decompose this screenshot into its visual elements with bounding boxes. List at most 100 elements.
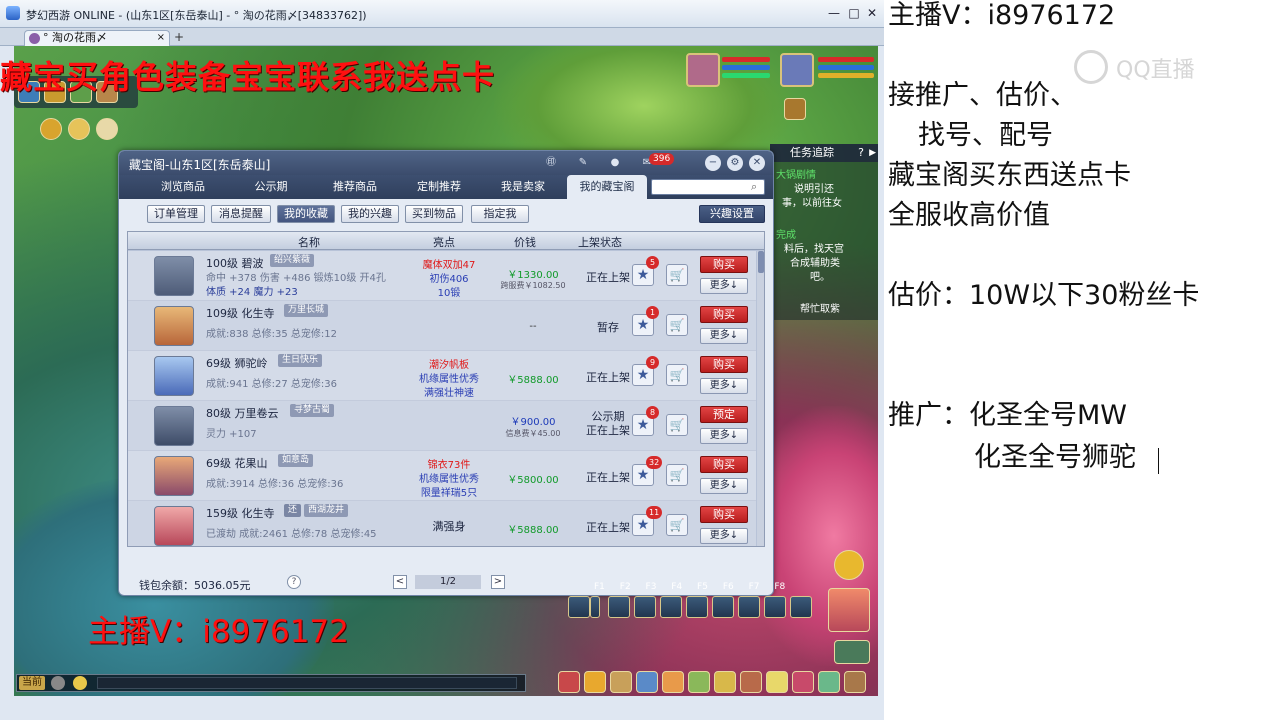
buy-button[interactable]: 购买 [700,356,748,373]
close-dialog-icon[interactable]: ✕ [749,155,765,171]
currency-icon[interactable]: ㊞ [543,155,559,171]
subtab-interests[interactable]: 我的兴趣 [341,205,399,223]
tab-browse[interactable]: 浏览商品 [143,175,223,199]
item-name[interactable]: 159级 化生寺 [206,505,275,521]
table-row[interactable]: 109级 化生寺 万里长城 成就:838 总修:35 总宠修:12 -- 暂存 … [128,301,756,351]
buy-button[interactable]: 购买 [700,456,748,473]
attack-icon[interactable] [558,671,580,693]
emoji-icon[interactable] [73,676,87,690]
character-portrait-icon[interactable] [154,306,194,346]
new-tab-button[interactable]: + [174,30,184,44]
close-window-button[interactable]: ✕ [864,5,880,21]
subtab-orders[interactable]: 订单管理 [147,205,205,223]
player-portrait-icon[interactable] [828,588,870,632]
task-menu-icon[interactable] [714,671,736,693]
subtab-assigned[interactable]: 指定我 [471,205,529,223]
pet-avatar[interactable] [686,53,720,87]
table-row[interactable]: 80级 万里卷云 寻梦古蜀 灵力 +107 ￥900.00 信息费￥45.00 … [128,401,756,451]
more-button[interactable]: 更多↓ [700,528,748,544]
tab-public-period[interactable]: 公示期 [231,175,311,199]
character-portrait-icon[interactable] [154,506,194,546]
player-avatar[interactable] [780,53,814,87]
more-button[interactable]: 更多↓ [700,478,748,494]
dialog-settings-icon[interactable]: ⚙ [727,155,743,171]
task-line[interactable]: 大锅剧情 [776,166,816,181]
tool-icon[interactable]: ✎ [575,155,591,171]
scrollbar-thumb[interactable] [758,251,764,273]
more-button[interactable]: 更多↓ [700,278,748,294]
next-page-button[interactable]: > [491,575,505,589]
cart-icon[interactable]: 🛒 [666,364,688,386]
search-icon[interactable]: ⌕ [751,180,763,193]
activity-icon[interactable] [68,118,90,140]
cart-icon[interactable]: 🛒 [666,514,688,536]
title-bar[interactable]: 梦幻西游 ONLINE - (山东1区[东岳泰山] - ° 淘の花雨〆[3483… [0,0,884,28]
tab-seller[interactable]: 我是卖家 [483,175,563,199]
quick-icon[interactable] [766,671,788,693]
maximize-button[interactable]: □ [846,5,862,21]
item-weapon-icon[interactable] [154,256,194,296]
task-help-icon[interactable]: ? [858,144,864,162]
cart-icon[interactable]: 🛒 [666,264,688,286]
item-name[interactable]: 69级 狮驼岭 [206,355,268,371]
item-weapon-icon[interactable] [154,406,194,446]
dream-menu-icon[interactable] [834,550,864,580]
subtab-favorites[interactable]: 我的收藏 [277,205,335,223]
reserve-button[interactable]: 预定 [700,406,748,423]
item-icon[interactable] [584,671,606,693]
subtab-purchased[interactable]: 买到物品 [405,205,463,223]
pet-menu-icon[interactable] [688,671,710,693]
skill-slot-icon[interactable] [608,596,630,618]
buy-button[interactable]: 购买 [700,256,748,273]
tab-custom-recommend[interactable]: 定制推荐 [399,175,479,199]
character-portrait-icon[interactable] [154,356,194,396]
subtab-messages[interactable]: 消息提醒 [211,205,271,223]
prev-page-button[interactable]: < [393,575,407,589]
table-row[interactable]: 69级 花果山 如意岛 成就:3914 总修:36 总宠修:36 锦衣73件 机… [128,451,756,501]
more-button[interactable]: 更多↓ [700,428,748,444]
interest-settings-button[interactable]: 兴趣设置 [699,205,765,223]
tab-recommended[interactable]: 推荐商品 [315,175,395,199]
task-collapse-icon[interactable]: ▶ [869,144,876,162]
buy-button[interactable]: 购买 [700,306,748,323]
trade-icon[interactable] [636,671,658,693]
cart-icon[interactable]: 🛒 [666,314,688,336]
skill-slot-icon[interactable] [712,596,734,618]
item-name[interactable]: 69级 花果山 [206,455,268,471]
give-icon[interactable] [610,671,632,693]
hand-icon[interactable] [96,118,118,140]
gear-icon[interactable] [568,596,590,618]
skill-slot-icon[interactable] [660,596,682,618]
dialog-header[interactable]: 藏宝阁-山东1区[东岳泰山] ㊞ ✎ ● ✉ 396 − ⚙ ✕ [119,151,773,175]
tab-close-icon[interactable]: × [157,31,165,45]
skill-slot-icon[interactable] [738,596,760,618]
skill-slot-icon[interactable] [686,596,708,618]
task-line[interactable]: 完成 [776,226,796,241]
more-button[interactable]: 更多↓ [700,328,748,344]
gang-icon[interactable] [740,671,762,693]
task-tracker-header[interactable]: 任务追踪 ? ▶ [770,144,878,162]
buff-icon[interactable] [784,98,806,120]
chat-input[interactable] [97,677,517,689]
voice-icon[interactable] [51,676,65,690]
friends-icon[interactable] [792,671,814,693]
team-menu-icon[interactable] [662,671,684,693]
skill-slot-icon[interactable] [764,596,786,618]
table-scrollbar[interactable] [757,251,764,546]
character-portrait-icon[interactable] [154,456,194,496]
skill-slot-icon[interactable] [634,596,656,618]
minimize-button[interactable]: — [826,5,842,21]
action-icon[interactable] [818,671,840,693]
cart-icon[interactable]: 🛒 [666,414,688,436]
cart-icon[interactable]: 🛒 [666,464,688,486]
pavilion-icon[interactable] [834,640,870,664]
buy-button[interactable]: 购买 [700,506,748,523]
item-name[interactable]: 80级 万里卷云 [206,405,279,421]
settings-icon[interactable]: ● [607,155,623,171]
table-row[interactable]: 100级 碧波 绍兴紫薇 命中 +378 伤害 +486 锻炼10级 开4孔 体… [128,251,756,301]
system-menu-icon[interactable] [844,671,866,693]
help-icon[interactable]: ? [287,575,301,589]
skill-bar-toggle-icon[interactable] [590,596,600,618]
dream-icon[interactable] [40,118,62,140]
minimize-dialog-icon[interactable]: − [705,155,721,171]
